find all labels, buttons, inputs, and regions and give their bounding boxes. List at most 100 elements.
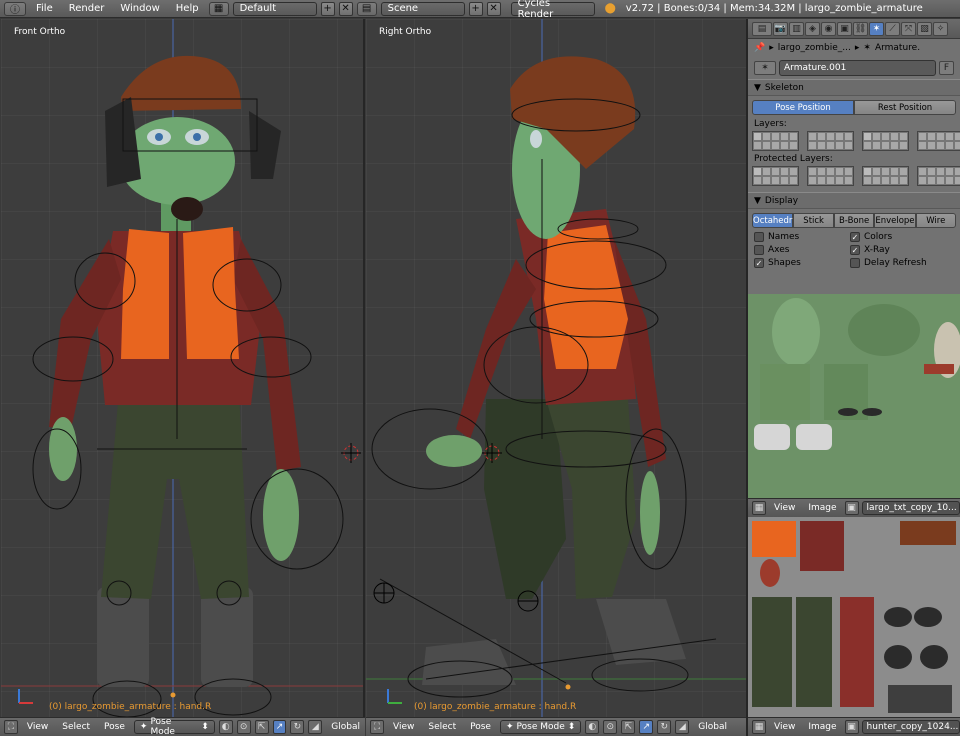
colors-checkbox[interactable]: ✓ Colors [850, 232, 946, 242]
shapes-checkbox[interactable]: ✓ Shapes [754, 258, 850, 268]
display-stick-button[interactable]: Stick [793, 213, 834, 228]
menu-help[interactable]: Help [170, 3, 205, 14]
editor-type-info-icon[interactable]: ⓘ [4, 1, 26, 16]
area-divider[interactable] [363, 19, 365, 736]
orientation-dropdown[interactable]: Global [693, 722, 732, 732]
layer-grid[interactable] [807, 131, 854, 151]
armature-browse-icon[interactable]: ✶ [754, 61, 776, 75]
mode-dropdown[interactable]: ✦ Pose Mode ⬍ [133, 717, 215, 736]
translate-icon[interactable]: ↗ [272, 720, 287, 734]
orientation-dropdown[interactable]: Global [326, 722, 365, 732]
menu-view[interactable]: View [769, 503, 800, 513]
menu-render[interactable]: Render [63, 3, 111, 14]
tab-object-icon[interactable]: ▣ [837, 21, 852, 36]
layer-grid[interactable] [917, 166, 960, 186]
display-octahedral-button[interactable]: Octahedr [752, 213, 794, 228]
add-layout-button[interactable]: + [320, 1, 335, 16]
hand-left [263, 469, 299, 561]
skeleton-panel-header[interactable]: ▼ Skeleton [748, 79, 960, 96]
vest-right [121, 229, 169, 359]
image-name-field[interactable]: largo_txt_copy_10... [861, 501, 960, 515]
add-scene-button[interactable]: + [468, 1, 483, 16]
pivot-icon[interactable]: ⊙ [603, 720, 618, 734]
pin-icon[interactable]: 📌 [754, 43, 765, 53]
screen-layout-icon[interactable]: ▦ [208, 1, 229, 16]
tab-armature-icon[interactable]: ✶ [869, 21, 884, 36]
shading-icon[interactable]: ◐ [218, 720, 233, 734]
menu-file[interactable]: File [30, 3, 59, 14]
menu-select[interactable]: Select [57, 722, 95, 732]
translate-icon[interactable]: ↗ [639, 720, 654, 734]
scale-icon[interactable]: ◢ [675, 720, 690, 734]
rotate-icon[interactable]: ↻ [657, 720, 672, 734]
editor-type-properties-icon[interactable]: ▤ [752, 21, 772, 36]
viewport-front-ortho[interactable]: Front Ortho (0) largo_zombie_armature : … [1, 19, 363, 717]
layer-grid[interactable] [862, 166, 909, 186]
screen-layout-dropdown[interactable]: Default [232, 1, 317, 16]
tab-bone-icon[interactable]: ⟋ [885, 21, 900, 36]
armature-name-field[interactable]: Armature.001 [779, 60, 936, 76]
menu-pose[interactable]: Pose [99, 722, 130, 732]
remove-layout-button[interactable]: ✕ [338, 1, 353, 16]
tab-layers-icon[interactable]: ▥ [789, 21, 804, 36]
shading-icon[interactable]: ◐ [585, 720, 600, 734]
editor-type-3d-icon[interactable]: ⛶ [370, 720, 384, 734]
menu-view[interactable]: View [388, 722, 419, 732]
render-engine-dropdown[interactable]: Cycles Render [510, 0, 595, 20]
layer-grid[interactable] [807, 166, 854, 186]
editor-type-3d-icon[interactable]: ⛶ [4, 720, 18, 734]
tab-texture-icon[interactable]: ▧ [917, 21, 932, 36]
pivot-icon[interactable]: ⊙ [236, 720, 251, 734]
hand-right [49, 417, 77, 481]
display-wire-button[interactable]: Wire [915, 213, 956, 228]
layer-grid[interactable] [917, 131, 960, 151]
menu-image[interactable]: Image [803, 722, 841, 732]
display-panel-header[interactable]: ▼ Display [748, 192, 960, 209]
display-bbone-button[interactable]: B-Bone [833, 213, 875, 228]
axes-checkbox[interactable]: Axes [754, 245, 850, 255]
menu-window[interactable]: Window [114, 3, 165, 14]
image-browse-icon[interactable]: ▣ [844, 720, 859, 734]
scene-dropdown[interactable]: Scene [380, 1, 465, 16]
image-browse-icon[interactable]: ▣ [844, 501, 859, 515]
zombie-front-view [1, 19, 363, 717]
xray-checkbox[interactable]: ✓ X-Ray [850, 245, 946, 255]
menu-pose[interactable]: Pose [465, 722, 496, 732]
tab-bone-constraints-icon[interactable]: ⤧ [901, 21, 916, 36]
names-checkbox[interactable]: Names [754, 232, 850, 242]
remove-scene-button[interactable]: ✕ [486, 1, 501, 16]
menu-select[interactable]: Select [423, 722, 461, 732]
pose-position-button[interactable]: Pose Position [752, 100, 854, 115]
mode-dropdown[interactable]: ✦ Pose Mode ⬍ [499, 720, 582, 734]
tab-data-icon[interactable]: ✧ [933, 21, 948, 36]
menu-image[interactable]: Image [803, 503, 841, 513]
rotate-icon[interactable]: ↻ [290, 720, 305, 734]
tab-render-icon[interactable]: 📷 [773, 21, 788, 36]
viewport-header-left: ⛶ View Select Pose ✦ Pose Mode ⬍ ◐ ⊙ ⇱ ↗… [0, 717, 365, 736]
scene-icon[interactable]: ▤ [356, 1, 377, 16]
scale-icon[interactable]: ◢ [308, 720, 323, 734]
manipulator-icon[interactable]: ⇱ [621, 720, 636, 734]
layer-grid[interactable] [862, 131, 909, 151]
image-name-field[interactable]: hunter_copy_1024.... [861, 720, 960, 734]
menu-view[interactable]: View [22, 722, 53, 732]
tab-scene-icon[interactable]: ◈ [805, 21, 820, 36]
layer-grid[interactable] [752, 131, 799, 151]
delay-refresh-checkbox[interactable]: Delay Refresh [850, 258, 946, 268]
image-editor-clothes-texture[interactable] [748, 517, 960, 717]
rest-position-button[interactable]: Rest Position [854, 100, 956, 115]
checkbox-box [850, 258, 860, 268]
tab-world-icon[interactable]: ◉ [821, 21, 836, 36]
image-editor-zombie-texture[interactable] [748, 294, 960, 498]
viewport-right-ortho[interactable]: Right Ortho (0) largo_zombie_armature : … [366, 19, 746, 717]
tab-constraints-icon[interactable]: ⛓ [853, 21, 868, 36]
editor-type-image-icon[interactable]: ▦ [752, 720, 766, 734]
display-envelope-button[interactable]: Envelope [874, 213, 916, 228]
mouth [171, 197, 203, 221]
hand-back [426, 435, 482, 467]
menu-view[interactable]: View [769, 722, 800, 732]
manipulator-icon[interactable]: ⇱ [254, 720, 269, 734]
editor-type-image-icon[interactable]: ▦ [752, 501, 766, 515]
layer-grid[interactable] [752, 166, 799, 186]
fake-user-button[interactable]: F [939, 61, 954, 75]
